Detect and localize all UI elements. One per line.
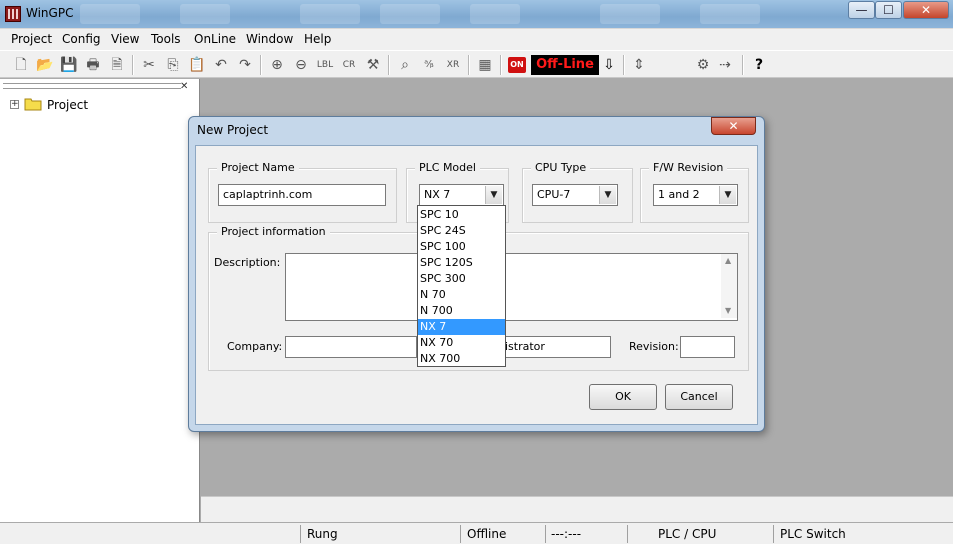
cut-icon[interactable]: ✂ xyxy=(140,56,158,74)
open-folder-icon[interactable]: 📂 xyxy=(36,56,54,74)
plc-model-value: NX 7 xyxy=(424,188,451,201)
zoom-out-icon[interactable]: ⊖ xyxy=(292,56,310,74)
dialog-title: New Project xyxy=(197,123,269,137)
menu-window[interactable]: Window xyxy=(246,32,293,46)
ok-button[interactable]: OK xyxy=(589,384,657,410)
mdi-bottom-bar xyxy=(201,496,953,522)
status-plc-cpu: PLC / CPU xyxy=(627,525,773,543)
chevron-down-icon[interactable]: ▼ xyxy=(719,186,736,204)
zoom-in-icon[interactable]: ⊕ xyxy=(268,56,286,74)
online-toggle-button[interactable]: ON xyxy=(508,57,526,73)
print-preview-icon[interactable]: 🗎 xyxy=(108,56,126,74)
forward-arrow-icon[interactable]: ⇢ xyxy=(716,56,734,74)
cross-reference-icon[interactable]: XR xyxy=(444,56,462,74)
monitor-gear-icon[interactable]: ⚙ xyxy=(694,56,712,74)
plc-model-option[interactable]: NX 700 xyxy=(418,351,505,367)
undo-icon[interactable]: ↶ xyxy=(212,56,230,74)
plc-model-dropdown: SPC 10 SPC 24S SPC 100 SPC 120S SPC 300 N 70 N… xyxy=(417,205,506,367)
status-rung: Rung xyxy=(300,525,460,543)
new-file-icon[interactable]: 🗋 xyxy=(12,56,30,74)
save-icon[interactable]: 💾 xyxy=(60,56,78,74)
status-plc-switch: PLC Switch xyxy=(773,525,943,543)
tree-item-project[interactable]: Project xyxy=(47,98,88,112)
cpu-type-select[interactable]: CPU-7 ▼ xyxy=(532,184,618,206)
scroll-up-icon[interactable]: ▲ xyxy=(725,256,731,265)
window-title: WinGPC xyxy=(26,6,74,20)
plc-model-option[interactable]: N 70 xyxy=(418,287,505,303)
revision-label: Revision: xyxy=(629,340,679,353)
maximize-button[interactable]: ☐ xyxy=(875,1,902,19)
fw-revision-group: F/W Revision 1 and 2 ▼ xyxy=(640,161,749,223)
tree-expand-icon[interactable]: + xyxy=(10,100,19,109)
minimize-button[interactable]: — xyxy=(848,1,875,19)
calendar-icon[interactable]: ▦ xyxy=(476,56,494,74)
status-mode: Offline xyxy=(460,525,545,543)
copy-icon[interactable]: ⎘ xyxy=(164,56,182,74)
menu-view[interactable]: View xyxy=(111,32,139,46)
download-icon[interactable]: ⇩ xyxy=(600,56,618,74)
cancel-button[interactable]: Cancel xyxy=(665,384,733,410)
project-tree-panel: ✕ + Project xyxy=(0,79,200,522)
fw-revision-label: F/W Revision xyxy=(649,161,728,174)
author-input[interactable]: nistrator xyxy=(493,336,611,358)
plc-model-option[interactable]: SPC 100 xyxy=(418,239,505,255)
redo-icon[interactable]: ↷ xyxy=(236,56,254,74)
chevron-down-icon[interactable]: ▼ xyxy=(485,186,502,204)
company-label: Company: xyxy=(227,340,283,353)
project-info-label: Project information xyxy=(217,225,330,238)
project-name-label: Project Name xyxy=(217,161,299,174)
plc-model-option[interactable]: SPC 120S xyxy=(418,255,505,271)
plc-model-option[interactable]: NX 7 xyxy=(418,319,505,335)
fw-revision-select[interactable]: 1 and 2 ▼ xyxy=(653,184,738,206)
plc-model-option[interactable]: N 700 xyxy=(418,303,505,319)
plc-model-option[interactable]: SPC 300 xyxy=(418,271,505,287)
replace-icon[interactable]: ᵃ⁄ᵦ xyxy=(420,56,438,74)
cpu-type-value: CPU-7 xyxy=(537,188,571,201)
revision-input[interactable] xyxy=(680,336,735,358)
status-bar: Rung Offline ---:--- PLC / CPU PLC Switc… xyxy=(0,522,953,544)
plc-model-select[interactable]: NX 7 ▼ xyxy=(419,184,504,206)
title-bar: WinGPC — ☐ ✕ xyxy=(0,0,953,28)
menu-online[interactable]: OnLine xyxy=(194,32,236,46)
plc-model-option[interactable]: NX 70 xyxy=(418,335,505,351)
menu-tools[interactable]: Tools xyxy=(151,32,181,46)
description-textarea[interactable]: ▲ ▼ xyxy=(285,253,738,321)
toolbar: 🗋 📂 💾 🖶 🗎 ✂ ⎘ 📋 ↶ ↷ ⊕ ⊖ LBL CR ⚒ ⌕ ᵃ⁄ᵦ X… xyxy=(0,50,953,78)
description-label: Description: xyxy=(214,256,281,269)
menu-project[interactable]: Project xyxy=(11,32,52,46)
panel-close-icon[interactable]: ✕ xyxy=(180,81,188,92)
company-input[interactable] xyxy=(285,336,417,358)
hammer-icon[interactable]: ⚒ xyxy=(364,56,382,74)
menu-bar: Project Config View Tools OnLine Window … xyxy=(0,28,953,50)
find-coil-icon[interactable]: CR xyxy=(340,56,358,74)
cpu-type-label: CPU Type xyxy=(531,161,591,174)
fw-revision-value: 1 and 2 xyxy=(658,188,700,201)
chevron-down-icon[interactable]: ▼ xyxy=(599,186,616,204)
scroll-down-icon[interactable]: ▼ xyxy=(725,306,731,315)
cpu-type-group: CPU Type CPU-7 ▼ xyxy=(522,161,633,223)
folder-icon xyxy=(24,98,42,111)
binoculars-icon[interactable]: ⌕ xyxy=(396,56,414,74)
window-close-button[interactable]: ✕ xyxy=(903,1,949,19)
print-icon[interactable]: 🖶 xyxy=(84,56,102,74)
paste-icon[interactable]: 📋 xyxy=(188,56,206,74)
project-name-group: Project Name caplaptrinh.com xyxy=(208,161,397,223)
project-name-input[interactable]: caplaptrinh.com xyxy=(218,184,386,206)
offline-status-indicator: Off-Line xyxy=(531,55,599,75)
status-time: ---:--- xyxy=(545,525,627,543)
description-scrollbar[interactable]: ▲ ▼ xyxy=(721,254,737,318)
find-label-icon[interactable]: LBL xyxy=(316,56,334,74)
plc-model-option[interactable]: SPC 24S xyxy=(418,223,505,239)
plc-model-label: PLC Model xyxy=(415,161,480,174)
plc-model-option[interactable]: SPC 10 xyxy=(418,207,505,223)
app-icon xyxy=(5,6,21,22)
up-down-icon[interactable]: ⇕ xyxy=(630,56,648,74)
menu-help[interactable]: Help xyxy=(304,32,331,46)
panel-grip[interactable] xyxy=(3,83,181,89)
help-icon[interactable]: ? xyxy=(750,56,768,74)
menu-config[interactable]: Config xyxy=(62,32,101,46)
dialog-close-button[interactable]: ✕ xyxy=(711,117,756,135)
